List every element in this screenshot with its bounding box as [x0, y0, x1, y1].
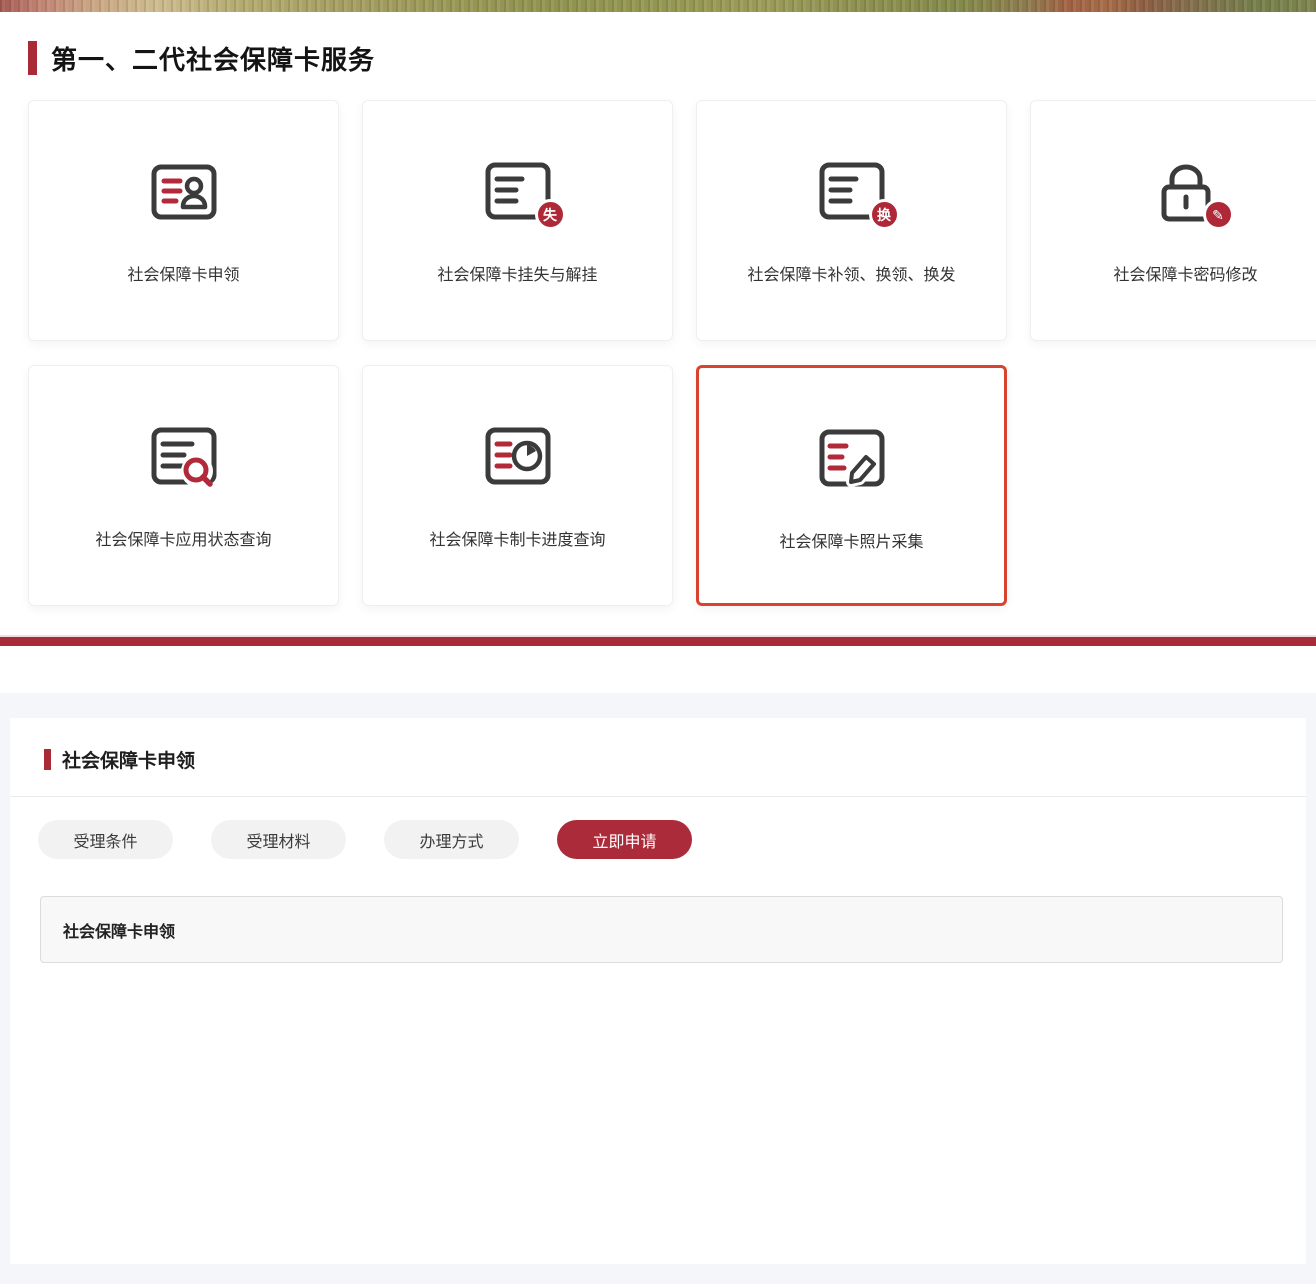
panel-title: 社会保障卡申领	[62, 746, 195, 773]
pencil-badge-icon: ✎	[1203, 199, 1234, 230]
card-lines-icon: 换	[814, 161, 890, 225]
card-label: 社会保障卡密码修改	[1113, 261, 1257, 285]
card-ssc-apply[interactable]: 社会保障卡申领	[28, 100, 339, 341]
content-title: 社会保障卡申领	[63, 918, 175, 942]
card-ssc-replace[interactable]: 换 社会保障卡补领、换领、换发	[696, 100, 1007, 341]
card-ssc-status-query[interactable]: 社会保障卡应用状态查询	[28, 365, 339, 606]
tab-handling-method[interactable]: 办理方式	[384, 820, 519, 859]
card-label: 社会保障卡应用状态查询	[95, 526, 271, 550]
panel-header: 社会保障卡申领	[10, 718, 1306, 773]
detail-panel: 社会保障卡申领 受理条件 受理材料 办理方式 立即申请 社会保障卡申领	[10, 718, 1306, 1264]
card-search-icon	[146, 426, 222, 490]
card-ssc-password[interactable]: ✎ 社会保障卡密码修改	[1030, 100, 1316, 341]
card-edit-icon	[814, 428, 890, 492]
card-label: 社会保障卡申领	[127, 261, 239, 285]
section-accent-bar	[28, 41, 37, 75]
tab-accept-conditions[interactable]: 受理条件	[38, 820, 173, 859]
red-divider-bar	[0, 637, 1316, 646]
loss-badge: 失	[535, 199, 566, 230]
services-grid: 社会保障卡申领 失 社会保障卡挂失与解挂 换 社会保障卡补领、换领、换发	[28, 100, 1316, 606]
lock-icon: ✎	[1148, 161, 1224, 225]
card-label: 社会保障卡制卡进度查询	[429, 526, 605, 550]
panel-accent-bar	[44, 749, 51, 770]
card-label: 社会保障卡补领、换领、换发	[747, 261, 955, 285]
card-ssc-progress-query[interactable]: 社会保障卡制卡进度查询	[362, 365, 673, 606]
card-progress-icon	[480, 426, 556, 490]
content-header-box: 社会保障卡申领	[40, 896, 1283, 963]
section-title: 第一、二代社会保障卡服务	[51, 40, 375, 77]
card-ssc-loss-report[interactable]: 失 社会保障卡挂失与解挂	[362, 100, 673, 341]
card-ssc-photo-collect[interactable]: 社会保障卡照片采集	[696, 365, 1007, 606]
tab-accept-materials[interactable]: 受理材料	[211, 820, 346, 859]
detail-section: 社会保障卡申领 受理条件 受理材料 办理方式 立即申请 社会保障卡申领	[0, 693, 1316, 1284]
panel-divider	[10, 796, 1306, 797]
tab-apply-now[interactable]: 立即申请	[557, 820, 692, 859]
card-label: 社会保障卡照片采集	[779, 528, 923, 552]
section-header: 第一、二代社会保障卡服务	[28, 40, 1316, 76]
card-label: 社会保障卡挂失与解挂	[437, 261, 597, 285]
card-lines-icon: 失	[480, 161, 556, 225]
tab-bar: 受理条件 受理材料 办理方式 立即申请	[38, 820, 1306, 859]
id-card-person-icon	[146, 161, 222, 225]
photo-banner-strip	[0, 0, 1316, 12]
replace-badge: 换	[869, 199, 900, 230]
